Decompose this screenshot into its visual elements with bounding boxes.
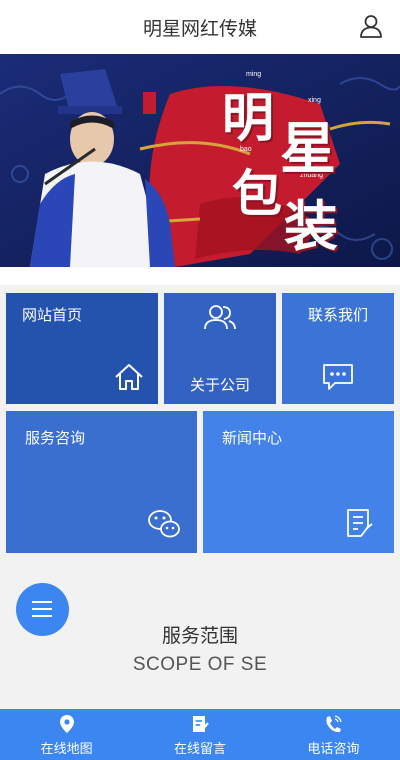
tile-contact[interactable]: 联系我们	[282, 293, 394, 404]
top-header: 明星网红传媒	[0, 0, 400, 54]
section-subtitle: SCOPE OF SE	[132, 654, 268, 675]
tile-home[interactable]: 网站首页	[6, 293, 158, 404]
banner-char-3: 包	[232, 164, 282, 223]
footer-item-phone[interactable]: 电话咨询	[267, 709, 400, 760]
phone-icon	[326, 715, 342, 733]
message-edit-icon	[192, 716, 209, 732]
banner-char-2: 星	[280, 116, 336, 182]
tile-contact-label: 联系我们	[308, 306, 369, 324]
users-icon	[204, 305, 236, 330]
footer-map-label: 在线地图	[40, 742, 93, 757]
tile-about-label: 关于公司	[190, 376, 251, 394]
bottom-nav: 在线地图 在线留言 电话咨询	[0, 709, 400, 760]
map-pin-icon	[59, 715, 74, 733]
banner-artwork	[0, 54, 400, 267]
footer-phone-label: 电话咨询	[307, 742, 360, 757]
footer-item-map[interactable]: 在线地图	[0, 709, 133, 760]
site-title: 明星网红传媒	[142, 18, 257, 40]
wechat-icon	[148, 510, 180, 538]
banner-char-1: 明	[222, 88, 275, 149]
tile-about[interactable]: 关于公司	[164, 293, 276, 404]
banner-char-4: 装	[284, 194, 338, 258]
tile-service[interactable]: 服务咨询	[6, 411, 197, 553]
divider-strip	[0, 267, 400, 285]
tile-news[interactable]: 新闻中心	[203, 411, 394, 553]
home-icon	[115, 364, 143, 390]
hamburger-menu-icon	[32, 601, 52, 617]
banner-pinyin-xing: xing	[308, 97, 321, 104]
tile-news-label: 新闻中心	[222, 429, 283, 447]
footer-message-label: 在线留言	[173, 742, 226, 757]
chat-bubble-icon	[323, 364, 353, 390]
section-title: 服务范围	[161, 625, 238, 647]
tile-service-label: 服务咨询	[25, 429, 86, 447]
hero-banner[interactable]: ming xing bao zhuang 明 星 包 装	[0, 54, 400, 267]
tile-home-label: 网站首页	[22, 306, 83, 324]
document-edit-icon	[347, 509, 373, 537]
user-icon[interactable]	[358, 13, 384, 39]
footer-item-message[interactable]: 在线留言	[133, 709, 266, 760]
